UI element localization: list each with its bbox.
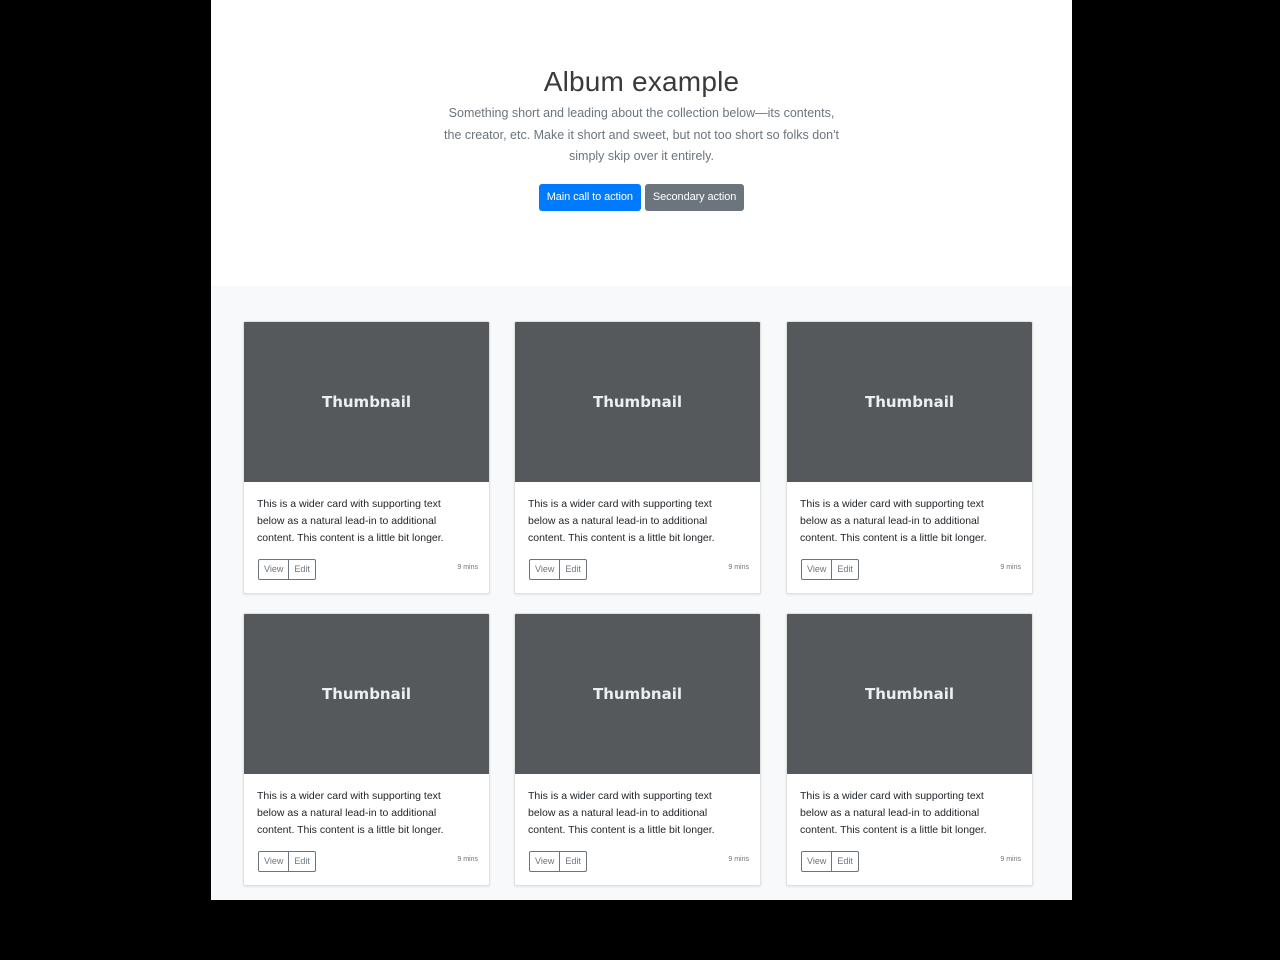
page-title: Album example — [543, 66, 740, 97]
card-time: 9 mins — [1000, 564, 1021, 571]
card-button-group: View Edit — [529, 559, 587, 580]
card-text-line: below as a natural lead-in to additional — [528, 807, 708, 819]
thumbnail-image[interactable]: Thumbnail — [515, 322, 760, 482]
card-text-line: below as a natural lead-in to additional — [257, 807, 437, 819]
thumbnail-label: Thumbnail — [864, 685, 955, 703]
card-footer: View Edit 9 mins — [801, 851, 1021, 873]
thumbnail-label: Thumbnail — [321, 685, 412, 703]
edit-button[interactable]: Edit — [831, 851, 859, 872]
card-text-line: This is a wider card with supporting tex… — [257, 498, 441, 510]
card-text-line: content. This content is a little bit lo… — [528, 824, 715, 836]
edit-button[interactable]: Edit — [288, 851, 316, 872]
card-text: This is a wider card with supporting tex… — [257, 496, 479, 547]
card-time: 9 mins — [728, 856, 749, 863]
edit-button[interactable]: Edit — [831, 559, 859, 580]
album-card: Thumbnail This is a wider card with supp… — [786, 613, 1033, 886]
card-text-line: This is a wider card with supporting tex… — [528, 790, 712, 802]
jumbotron: Album example Something short and leadin… — [211, 0, 1072, 286]
thumbnail-label: Thumbnail — [864, 393, 955, 411]
card-footer: View Edit 9 mins — [801, 559, 1021, 581]
card-text: This is a wider card with supporting tex… — [257, 788, 479, 839]
card-text: This is a wider card with supporting tex… — [528, 496, 750, 547]
card-text: This is a wider card with supporting tex… — [800, 788, 1022, 839]
card-text: This is a wider card with supporting tex… — [800, 496, 1022, 547]
edit-button[interactable]: Edit — [288, 559, 316, 580]
card-button-group: View Edit — [801, 559, 859, 580]
thumbnail-image[interactable]: Thumbnail — [244, 614, 489, 774]
thumbnail-image[interactable]: Thumbnail — [244, 322, 489, 482]
thumbnail-image[interactable]: Thumbnail — [787, 322, 1032, 482]
album-card: Thumbnail This is a wider card with supp… — [243, 321, 490, 594]
view-button[interactable]: View — [801, 559, 833, 580]
page: Album example Something short and leadin… — [211, 0, 1072, 900]
lead-line: the creator, etc. Make it short and swee… — [444, 127, 839, 142]
card-time: 9 mins — [457, 856, 478, 863]
lead-text: Something short and leading about the co… — [419, 103, 864, 168]
album-card: Thumbnail This is a wider card with supp… — [514, 613, 761, 886]
card-text-line: content. This content is a little bit lo… — [257, 824, 444, 836]
thumbnail-image[interactable]: Thumbnail — [515, 614, 760, 774]
edit-button[interactable]: Edit — [559, 851, 587, 872]
album-section: Thumbnail This is a wider card with supp… — [211, 286, 1072, 900]
card-time: 9 mins — [1000, 856, 1021, 863]
card-text-line: This is a wider card with supporting tex… — [528, 498, 712, 510]
view-button[interactable]: View — [529, 559, 561, 580]
card-button-group: View Edit — [529, 851, 587, 872]
card-footer: View Edit 9 mins — [529, 559, 749, 581]
card-text-line: below as a natural lead-in to additional — [528, 515, 708, 527]
view-button[interactable]: View — [258, 559, 290, 580]
card-text-line: This is a wider card with supporting tex… — [257, 790, 441, 802]
secondary-action-button[interactable]: Secondary action — [644, 184, 745, 211]
thumbnail-label: Thumbnail — [321, 393, 412, 411]
card-text-line: content. This content is a little bit lo… — [800, 532, 987, 544]
view-button[interactable]: View — [258, 851, 290, 872]
card-time: 9 mins — [457, 564, 478, 571]
card-text-line: content. This content is a little bit lo… — [800, 824, 987, 836]
card-button-group: View Edit — [258, 559, 316, 580]
card-footer: View Edit 9 mins — [258, 851, 478, 873]
lead-line: Something short and leading about the co… — [448, 106, 835, 120]
view-button[interactable]: View — [801, 851, 833, 872]
card-text-line: content. This content is a little bit lo… — [257, 532, 444, 544]
card-text-line: below as a natural lead-in to additional — [800, 807, 980, 819]
card-text-line: This is a wider card with supporting tex… — [800, 498, 984, 510]
album-card: Thumbnail This is a wider card with supp… — [514, 321, 761, 594]
card-text-line: This is a wider card with supporting tex… — [800, 790, 984, 802]
thumbnail-label: Thumbnail — [592, 393, 683, 411]
edit-button[interactable]: Edit — [559, 559, 587, 580]
cta-buttons: Main call to action Secondary action — [211, 184, 1072, 211]
card-text-line: below as a natural lead-in to additional — [800, 515, 980, 527]
card-time: 9 mins — [728, 564, 749, 571]
card-button-group: View Edit — [801, 851, 859, 872]
main-call-to-action-button[interactable]: Main call to action — [538, 184, 641, 211]
card-button-group: View Edit — [258, 851, 316, 872]
card-text-line: content. This content is a little bit lo… — [528, 532, 715, 544]
album-card: Thumbnail This is a wider card with supp… — [243, 613, 490, 886]
card-text-line: below as a natural lead-in to additional — [257, 515, 437, 527]
card-footer: View Edit 9 mins — [529, 851, 749, 873]
card-text: This is a wider card with supporting tex… — [528, 788, 750, 839]
card-footer: View Edit 9 mins — [258, 559, 478, 581]
album-card: Thumbnail This is a wider card with supp… — [786, 321, 1033, 594]
view-button[interactable]: View — [529, 851, 561, 872]
lead-line: simply skip over it entirely. — [569, 149, 714, 163]
thumbnail-label: Thumbnail — [592, 685, 683, 703]
thumbnail-image[interactable]: Thumbnail — [787, 614, 1032, 774]
